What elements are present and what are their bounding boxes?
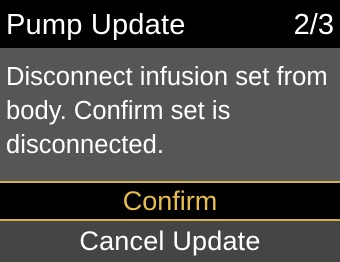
- cancel-update-button[interactable]: Cancel Update: [0, 221, 340, 262]
- step-indicator: 2/3: [293, 9, 334, 41]
- message-panel: Disconnect infusion set from body. Confi…: [0, 48, 340, 181]
- instruction-message: Disconnect infusion set from body. Confi…: [6, 63, 328, 159]
- pump-screen: Pump Update 2/3 Disconnect infusion set …: [0, 0, 340, 262]
- confirm-button[interactable]: Confirm: [0, 181, 340, 221]
- screen-title: Pump Update: [6, 9, 186, 41]
- cancel-update-button-label: Cancel Update: [79, 226, 261, 256]
- screen-header: Pump Update 2/3: [0, 0, 340, 48]
- confirm-button-label: Confirm: [122, 186, 218, 216]
